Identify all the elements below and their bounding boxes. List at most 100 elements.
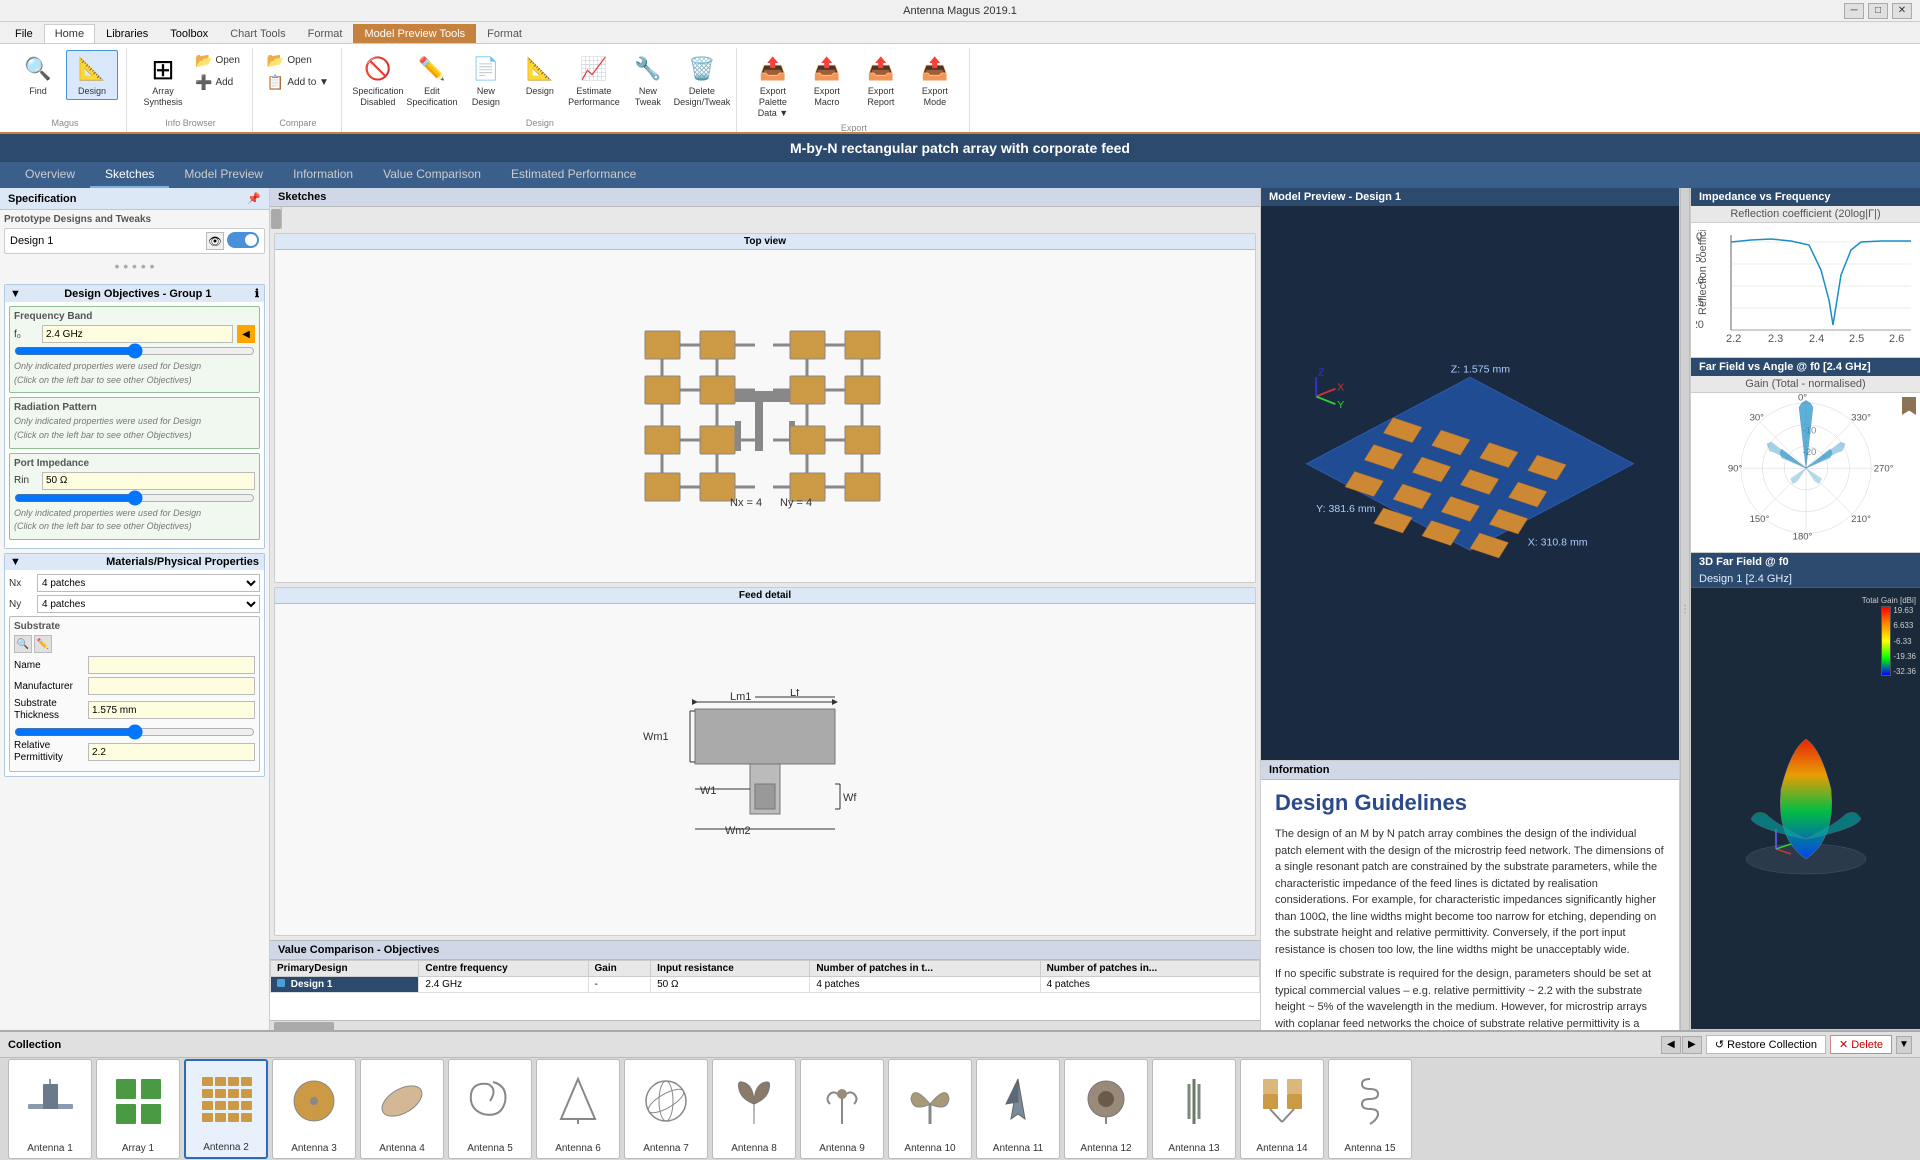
sub-thickness-input[interactable] — [88, 701, 255, 719]
open-button[interactable]: 📂 Open — [191, 50, 244, 71]
antenna13-label: Antenna 13 — [1168, 1143, 1219, 1154]
close-button[interactable]: ✕ — [1892, 3, 1912, 19]
new-tweak-button[interactable]: 🔧 NewTweak — [622, 50, 674, 111]
sketches-scrollbar-v[interactable] — [270, 207, 282, 229]
tab-sketches[interactable]: Sketches — [90, 162, 169, 188]
export-mode-button[interactable]: 📤 ExportMode — [909, 50, 961, 111]
svg-text:270°: 270° — [1873, 464, 1893, 475]
svg-text:150°: 150° — [1749, 514, 1769, 525]
collection-next-button[interactable]: ▶ — [1682, 1036, 1702, 1054]
tab-chart-format[interactable]: Format — [297, 24, 354, 43]
radiation-section: Radiation Pattern Only indicated propert… — [9, 397, 260, 448]
tab-information[interactable]: Information — [278, 162, 368, 188]
substrate-search-icon[interactable]: 🔍 — [14, 635, 32, 653]
tab-model-preview[interactable]: Model Preview — [169, 162, 278, 188]
find-button[interactable]: 🔍 Find — [12, 50, 64, 100]
sketches-inner: Top view — [270, 229, 1260, 940]
materials-group: ▼ Materials/Physical Properties Nx 4 pat… — [4, 553, 265, 777]
spec-disabled-button[interactable]: 🚫 SpecificationDisabled — [352, 50, 404, 111]
vc-scrollbar-h[interactable] — [270, 1020, 1260, 1030]
tab-toolbox[interactable]: Toolbox — [159, 24, 219, 43]
design-button[interactable]: 📐 Design — [66, 50, 118, 100]
collection-item-antenna13[interactable]: Antenna 13 — [1152, 1059, 1236, 1159]
collection-item-antenna8[interactable]: Antenna 8 — [712, 1059, 796, 1159]
collection-item-antenna14[interactable]: Antenna 14 — [1240, 1059, 1324, 1159]
collection-menu-button[interactable]: ▼ — [1896, 1036, 1912, 1054]
rin-slider[interactable] — [14, 493, 255, 503]
materials-collapse-icon[interactable]: ▼ — [10, 556, 21, 568]
new-tweak-label: NewTweak — [635, 86, 661, 108]
tab-overview[interactable]: Overview — [10, 162, 90, 188]
info-buttons: ⊞ ArraySynthesis 📂 Open ➕ Add — [137, 50, 244, 116]
new-design-button[interactable]: 📄 NewDesign — [460, 50, 512, 111]
objectives-collapse-icon[interactable]: ▼ — [10, 288, 21, 300]
collection-item-antenna2[interactable]: Antenna 2 — [184, 1059, 268, 1159]
rin-row: Rin — [14, 472, 255, 490]
panel-divider[interactable]: ⋮ — [1680, 188, 1690, 1030]
export-macro-button[interactable]: 📤 ExportMacro — [801, 50, 853, 111]
maximize-button[interactable]: □ — [1868, 3, 1888, 19]
add-label: Add — [215, 77, 233, 88]
collection-item-antenna1[interactable]: Antenna 1 — [8, 1059, 92, 1159]
add-button[interactable]: ➕ Add — [191, 72, 244, 93]
collection-item-array1[interactable]: Array 1 — [96, 1059, 180, 1159]
tab-chart-tools[interactable]: Chart Tools — [219, 24, 296, 43]
tab-value-comparison[interactable]: Value Comparison — [368, 162, 496, 188]
collection-item-antenna6[interactable]: Antenna 6 — [536, 1059, 620, 1159]
collection-item-antenna5[interactable]: Antenna 5 — [448, 1059, 532, 1159]
sketches-content: Top view — [270, 207, 1260, 940]
delete-design-button[interactable]: 🗑️ DeleteDesign/Tweak — [676, 50, 728, 111]
collection-item-antenna12[interactable]: Antenna 12 — [1064, 1059, 1148, 1159]
sub-name-input[interactable] — [88, 656, 255, 674]
array-synthesis-button[interactable]: ⊞ ArraySynthesis — [137, 50, 189, 111]
delete-collection-button[interactable]: ✕ Delete — [1830, 1035, 1892, 1054]
minimize-button[interactable]: ─ — [1844, 3, 1864, 19]
tab-estimated-performance[interactable]: Estimated Performance — [496, 162, 651, 188]
restore-collection-button[interactable]: ↺ Restore Collection — [1706, 1035, 1826, 1054]
estimate-button[interactable]: 📈 EstimatePerformance — [568, 50, 620, 111]
add-to-button[interactable]: 📋 Add to ▼ — [263, 72, 333, 93]
tab-home[interactable]: Home — [44, 24, 95, 43]
fs-orange-btn[interactable]: ◀ — [237, 325, 255, 343]
collection-item-antenna10[interactable]: Antenna 10 — [888, 1059, 972, 1159]
collection-item-antenna9[interactable]: Antenna 9 — [800, 1059, 884, 1159]
tab-libraries[interactable]: Libraries — [95, 24, 159, 43]
legend-item: 19.63 6.633 -6.33 -19.36 -32.36 — [1881, 606, 1916, 676]
substrate-edit-icon[interactable]: ✏️ — [34, 635, 52, 653]
export-palette-icon: 📤 — [757, 53, 789, 85]
collection-item-antenna11[interactable]: Antenna 11 — [976, 1059, 1060, 1159]
ny-select[interactable]: 4 patches 2 patches 8 patches — [37, 595, 260, 613]
main-area: M-by-N rectangular patch array with corp… — [0, 134, 1920, 1160]
collection-item-antenna4[interactable]: Antenna 4 — [360, 1059, 444, 1159]
sub-mfr-input[interactable] — [88, 677, 255, 695]
spec-pin-icon[interactable]: 📌 — [247, 192, 261, 205]
collection-prev-button[interactable]: ◀ — [1661, 1036, 1681, 1054]
sub-rel-input[interactable] — [88, 743, 255, 761]
nx-select[interactable]: 4 patches 2 patches 8 patches — [37, 574, 260, 592]
tab-model-preview-tools[interactable]: Model Preview Tools — [353, 24, 476, 43]
collection-item-antenna15[interactable]: Antenna 15 — [1328, 1059, 1412, 1159]
fs-input[interactable] — [42, 325, 233, 343]
collection-item-antenna3[interactable]: Antenna 3 — [272, 1059, 356, 1159]
design1-toggle[interactable] — [227, 232, 259, 248]
export-mode-icon: 📤 — [919, 53, 951, 85]
objectives-info-icon[interactable]: ℹ — [255, 287, 259, 300]
edit-spec-button[interactable]: ✏️ EditSpecification — [406, 50, 458, 111]
sub-thickness-slider[interactable] — [14, 727, 255, 737]
design-action-button[interactable]: 📐 Design — [514, 50, 566, 100]
tab-file[interactable]: File — [4, 24, 44, 43]
array-synthesis-icon: ⊞ — [147, 53, 179, 85]
information-panel: Information Design Guidelines The design… — [1261, 760, 1679, 1030]
tab-model-format[interactable]: Format — [476, 24, 533, 43]
rin-input[interactable] — [42, 472, 255, 490]
export-palette-button[interactable]: 📤 ExportPalette Data ▼ — [747, 50, 799, 121]
collection-item-antenna7[interactable]: Antenna 7 — [624, 1059, 708, 1159]
open2-button[interactable]: 📂 Open — [263, 50, 333, 71]
ribbon-group-info: ⊞ ArraySynthesis 📂 Open ➕ Add Info Brows… — [129, 48, 253, 132]
export-report-button[interactable]: 📤 ExportReport — [855, 50, 907, 111]
fs-slider[interactable] — [14, 346, 255, 356]
bookmark-icon[interactable] — [1902, 397, 1916, 415]
svg-text:Lm1: Lm1 — [730, 691, 751, 703]
value-comparison-panel: Value Comparison - Objectives PrimaryDes… — [270, 940, 1260, 1030]
design1-visibility-button[interactable]: 👁 — [206, 232, 224, 250]
